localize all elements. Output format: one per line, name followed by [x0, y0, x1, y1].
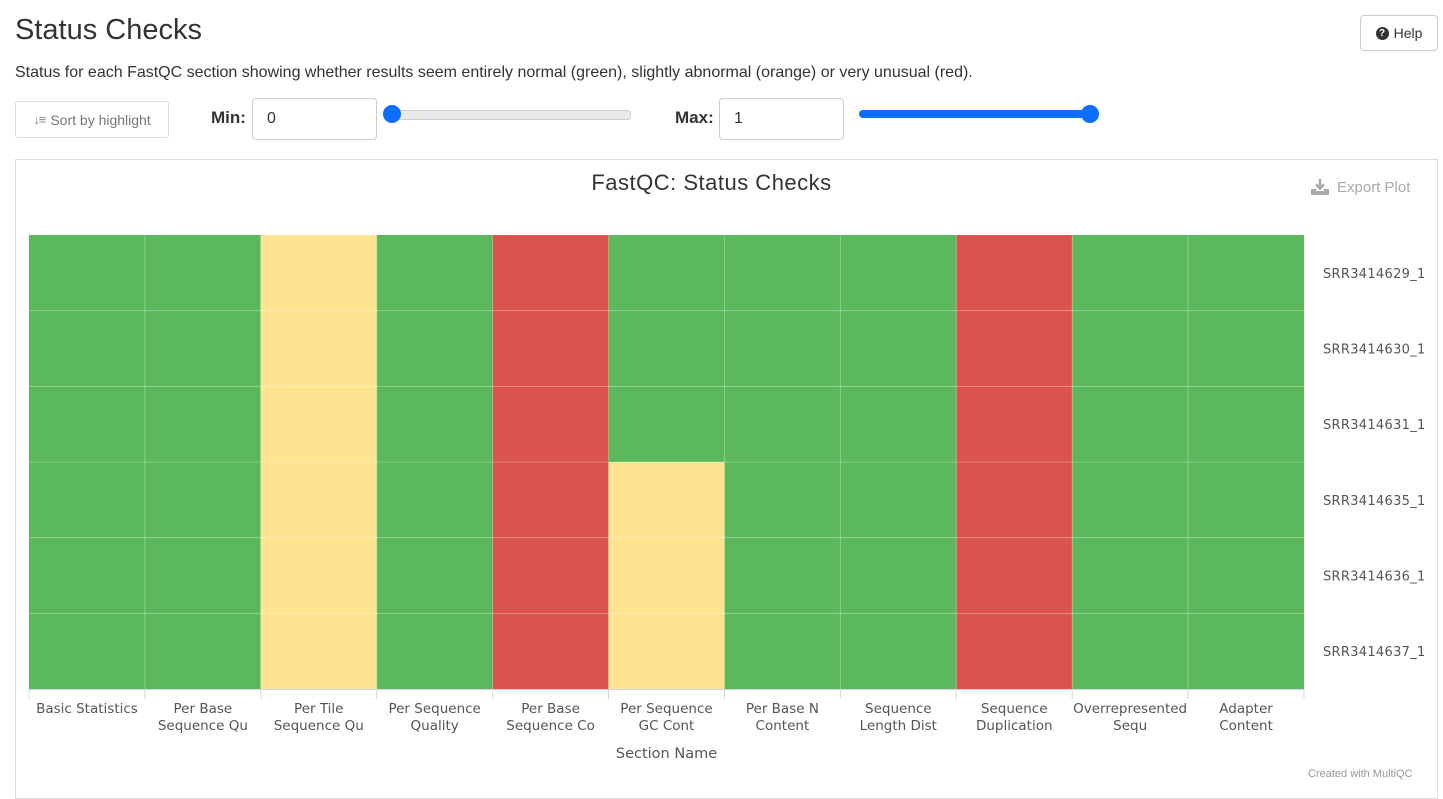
- heatmap-cell[interactable]: [492, 386, 609, 462]
- heatmap-cell[interactable]: [608, 235, 725, 311]
- x-axis-title: Section Name: [616, 746, 717, 762]
- heatmap-cell[interactable]: [29, 386, 145, 462]
- heatmap-cell[interactable]: [840, 462, 957, 538]
- heatmap-cell[interactable]: [1072, 537, 1189, 614]
- heatmap-cell[interactable]: [492, 462, 609, 538]
- x-tick-label: Per Sequence Quality: [388, 701, 480, 734]
- heatmap-cell[interactable]: [260, 462, 377, 538]
- x-tick-label: Sequence Length Dist: [860, 701, 937, 734]
- heatmap-cell[interactable]: [608, 613, 725, 689]
- heatmap-cell[interactable]: [1188, 310, 1304, 387]
- heatmap-cell[interactable]: [1188, 613, 1304, 689]
- heatmap-cell[interactable]: [608, 537, 725, 614]
- x-tick-label: Per Base Sequence Qu: [158, 701, 248, 734]
- heatmap-cell[interactable]: [1188, 537, 1304, 614]
- heatmap-cell[interactable]: [29, 235, 145, 311]
- heatmap-cell[interactable]: [376, 613, 493, 689]
- heatmap-cell[interactable]: [724, 537, 841, 614]
- heatmap-cell[interactable]: [492, 537, 609, 614]
- heatmap-cell[interactable]: [1072, 386, 1189, 462]
- heatmap-cell[interactable]: [376, 462, 493, 538]
- heatmap-cell[interactable]: [1072, 613, 1189, 689]
- y-tick-label: SRR3414631_1: [1323, 418, 1426, 433]
- x-tick-label: Sequence Duplication: [976, 701, 1053, 734]
- x-tick-label: Per Base N Content: [746, 701, 819, 734]
- heatmap-cell[interactable]: [492, 613, 609, 689]
- x-tick-label: Per Sequence GC Cont: [620, 701, 712, 734]
- y-tick-label: SRR3414630_1: [1323, 343, 1426, 358]
- heatmap-cell[interactable]: [1188, 462, 1304, 538]
- heatmap-cell[interactable]: [144, 462, 261, 538]
- heatmap-cell[interactable]: [956, 537, 1073, 614]
- heatmap-cell[interactable]: [260, 310, 377, 387]
- heatmap-cell[interactable]: [956, 386, 1073, 462]
- heatmap-cell[interactable]: [376, 537, 493, 614]
- heatmap-cell[interactable]: [608, 386, 725, 462]
- heatmap-cell[interactable]: [840, 310, 957, 387]
- heatmap-cell[interactable]: [1072, 310, 1189, 387]
- heatmap-cell[interactable]: [724, 613, 841, 689]
- heatmap-cell[interactable]: [956, 310, 1073, 387]
- heatmap-cell[interactable]: [724, 235, 841, 311]
- heatmap-cell[interactable]: [956, 462, 1073, 538]
- heatmap-cell[interactable]: [260, 613, 377, 689]
- heatmap-cell[interactable]: [144, 235, 261, 311]
- heatmap-cell[interactable]: [492, 310, 609, 387]
- heatmap-cell[interactable]: [1072, 462, 1189, 538]
- heatmap-cell[interactable]: [492, 235, 609, 311]
- heatmap-cell[interactable]: [260, 537, 377, 614]
- heatmap-cell[interactable]: [376, 310, 493, 387]
- status-heatmap: Basic Statistics Per Base Sequence Qu Per T…: [28, 235, 1426, 762]
- heatmap-cell[interactable]: [144, 613, 261, 689]
- heatmap-cell[interactable]: [840, 537, 957, 614]
- heatmap-cell[interactable]: [724, 462, 841, 538]
- multiqc-credit: Created with MultiQC: [1308, 768, 1413, 780]
- heatmap-cell[interactable]: [1072, 235, 1189, 311]
- y-tick-label: SRR3414629_1: [1323, 267, 1426, 282]
- heatmap-cell[interactable]: [1188, 235, 1304, 311]
- heatmap-cell[interactable]: [1188, 386, 1304, 462]
- heatmap-cell[interactable]: [956, 613, 1073, 689]
- heatmap-cell[interactable]: [956, 235, 1073, 311]
- heatmap-cell[interactable]: [144, 386, 261, 462]
- heatmap-cell[interactable]: [29, 613, 145, 689]
- y-tick-label: SRR3414635_1: [1323, 494, 1426, 509]
- heatmap-cell[interactable]: [608, 462, 725, 538]
- y-tick-label: SRR3414636_1: [1323, 570, 1426, 585]
- heatmap-cell[interactable]: [724, 310, 841, 387]
- heatmap-cell[interactable]: [840, 386, 957, 462]
- x-tick-label: Overrepresented Sequ: [1073, 701, 1187, 734]
- heatmap-cell[interactable]: [144, 310, 261, 387]
- heatmap-cell[interactable]: [608, 310, 725, 387]
- heatmap-cell[interactable]: [144, 537, 261, 614]
- heatmap-cell[interactable]: [724, 386, 841, 462]
- heatmap-cell[interactable]: [840, 613, 957, 689]
- x-tick-label: Per Base Sequence Co: [506, 701, 595, 734]
- y-tick-label: SRR3414637_1: [1323, 645, 1426, 660]
- x-tick-label: Basic Statistics: [36, 701, 138, 717]
- heatmap-cell[interactable]: [29, 462, 145, 538]
- x-tick-label: Adapter Content: [1219, 701, 1273, 734]
- heatmap-cell[interactable]: [840, 235, 957, 311]
- heatmap-cell[interactable]: [260, 235, 377, 311]
- heatmap-cell[interactable]: [260, 386, 377, 462]
- x-tick-label: Per Tile Sequence Qu: [274, 701, 364, 734]
- heatmap-cell[interactable]: [29, 310, 145, 387]
- heatmap-cell[interactable]: [376, 235, 493, 311]
- heatmap-cell[interactable]: [29, 537, 145, 614]
- heatmap-cell[interactable]: [376, 386, 493, 462]
